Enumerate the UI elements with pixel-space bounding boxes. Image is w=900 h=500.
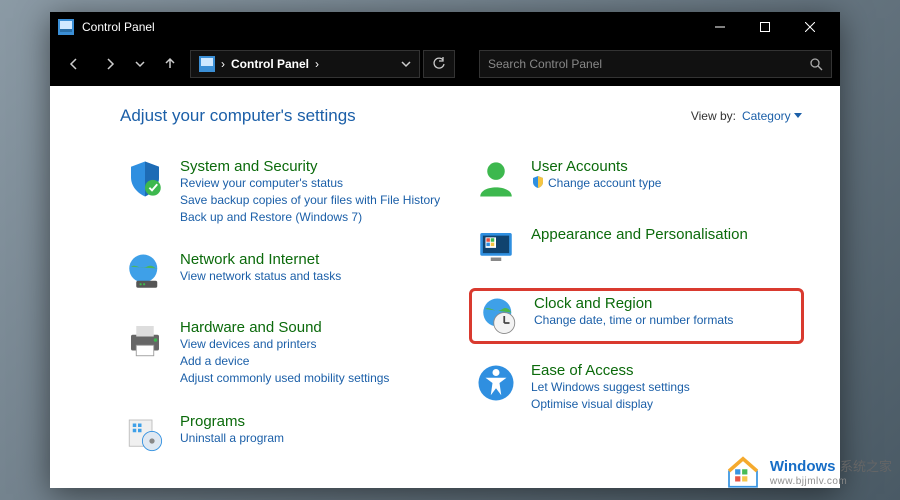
page-title: Adjust your computer's settings [120,106,691,126]
category-link[interactable]: View network status and tasks [180,268,447,285]
programs-icon [124,413,166,455]
control-panel-window: Control Panel › Control Pa [50,12,840,488]
shield-icon [124,158,166,200]
category-network: Network and Internet View network status… [120,247,451,297]
forward-button[interactable] [94,48,126,80]
chevron-down-icon[interactable] [401,59,411,69]
category-title[interactable]: System and Security [180,158,447,175]
control-panel-icon [58,19,74,35]
breadcrumb-chevron: › [315,57,319,71]
category-title[interactable]: Appearance and Personalisation [531,226,798,243]
category-user-accounts: User Accounts Change account type [471,154,802,204]
category-title[interactable]: Hardware and Sound [180,319,447,336]
close-icon [805,22,815,32]
category-appearance: Appearance and Personalisation [471,222,802,272]
view-by-dropdown[interactable]: Category [742,109,802,123]
chevron-down-icon [794,113,802,119]
window-title: Control Panel [82,20,155,34]
column-right: User Accounts Change account type [471,154,802,477]
category-title[interactable]: Programs [180,413,447,430]
watermark: Windows 系统之家 www.bjjmlv.com [722,450,892,492]
category-title[interactable]: Network and Internet [180,251,447,268]
breadcrumb-root[interactable]: Control Panel [231,57,309,71]
category-ease-of-access: Ease of Access Let Windows suggest setti… [471,358,802,417]
uac-shield-icon [531,175,545,189]
category-title[interactable]: Clock and Region [534,295,795,312]
accessibility-icon [475,362,517,404]
breadcrumb[interactable]: › Control Panel › [190,50,420,78]
category-columns: System and Security Review your computer… [120,154,802,477]
category-link[interactable]: Optimise visual display [531,396,798,413]
search-icon [809,57,823,71]
control-panel-small-icon [199,56,215,72]
view-by-value: Category [742,109,791,123]
monitor-icon [475,226,517,268]
category-link[interactable]: Back up and Restore (Windows 7) [180,209,447,226]
category-link[interactable]: Save backup copies of your files with Fi… [180,192,447,209]
user-icon [475,158,517,200]
column-left: System and Security Review your computer… [120,154,451,477]
header-row: Adjust your computer's settings View by:… [120,106,802,126]
arrow-right-icon [103,57,117,71]
category-link[interactable]: Let Windows suggest settings [531,379,798,396]
search-placeholder: Search Control Panel [488,57,809,71]
watermark-brand: Windows [770,458,836,475]
category-link[interactable]: Add a device [180,353,447,370]
watermark-cn: 系统之家 [840,459,892,474]
category-clock-region: Clock and Region Change date, time or nu… [469,288,804,344]
arrow-up-icon [163,57,177,71]
category-link[interactable]: Review your computer's status [180,175,447,192]
category-link[interactable]: Adjust commonly used mobility settings [180,370,447,387]
content-area: Adjust your computer's settings View by:… [50,86,840,488]
category-link[interactable]: Change account type [531,175,798,192]
up-button[interactable] [154,48,186,80]
back-button[interactable] [58,48,90,80]
history-dropdown[interactable] [130,48,150,80]
clock-globe-icon [478,295,520,337]
category-link[interactable]: Change date, time or number formats [534,312,795,329]
house-icon [722,450,764,492]
view-by: View by: Category [691,109,802,123]
link-text: Change account type [548,176,661,190]
close-button[interactable] [787,12,832,42]
arrow-left-icon [67,57,81,71]
minimize-button[interactable] [697,12,742,42]
category-link[interactable]: Uninstall a program [180,430,447,447]
minimize-icon [715,22,725,32]
category-title[interactable]: Ease of Access [531,362,798,379]
category-hardware: Hardware and Sound View devices and prin… [120,315,451,390]
search-box[interactable]: Search Control Panel [479,50,832,78]
chevron-down-icon [135,59,145,69]
maximize-button[interactable] [742,12,787,42]
navbar: › Control Panel › Search Control Panel [50,42,840,86]
refresh-icon [432,57,446,71]
category-programs: Programs Uninstall a program [120,409,451,459]
titlebar: Control Panel [50,12,840,42]
printer-icon [124,319,166,361]
maximize-icon [760,22,770,32]
refresh-button[interactable] [423,50,455,78]
watermark-url: www.bjjmlv.com [770,476,892,487]
globe-network-icon [124,251,166,293]
view-by-label: View by: [691,109,736,123]
category-link[interactable]: View devices and printers [180,336,447,353]
category-title[interactable]: User Accounts [531,158,798,175]
category-system-security: System and Security Review your computer… [120,154,451,229]
breadcrumb-chevron: › [221,57,225,71]
